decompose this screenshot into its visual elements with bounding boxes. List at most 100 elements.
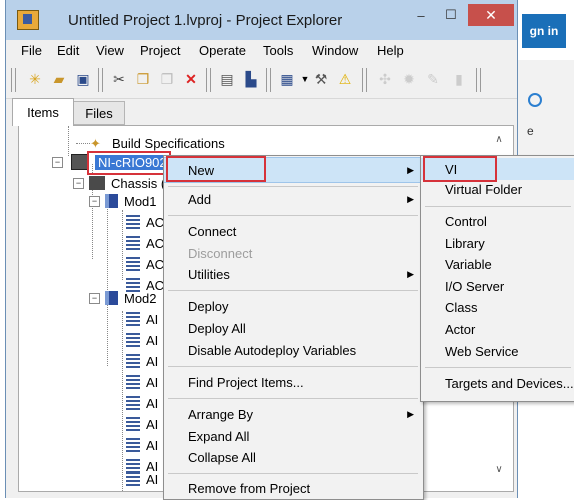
menu-item-targets-and-devices[interactable]: Targets and Devices... — [421, 373, 574, 394]
tree-item-label: AI — [146, 471, 159, 487]
labview-project-icon — [17, 10, 39, 30]
tree-item-label: AC — [146, 256, 165, 272]
collapse-toggle-icon[interactable]: − — [52, 157, 63, 168]
tree-item-label: AI — [146, 374, 159, 390]
menu-item-library[interactable]: Library — [421, 233, 574, 254]
menu-item-expand-all[interactable]: Expand All — [164, 426, 423, 447]
menu-item-web-service[interactable]: Web Service — [421, 341, 574, 362]
menu-item-label: Virtual Folder — [445, 182, 523, 197]
disabled-tool-icon: ▮ — [455, 70, 463, 87]
tab-files[interactable]: Files — [73, 101, 125, 125]
tree-item-label: AI — [146, 311, 159, 327]
cut-icon[interactable]: ✂ — [110, 70, 128, 88]
channel-icon — [126, 354, 140, 368]
tree-item-label: AI — [146, 353, 159, 369]
background-text: e — [527, 124, 534, 138]
new-icon[interactable]: ✳ — [26, 70, 44, 88]
menu-separator — [425, 367, 571, 368]
toolbar: ✳ ▰ ▣ ✂ ❐ ❐ ✕ ▤ ▙ ▦ ▼ ⚒ ⚠ ✣ ✹ ✎ ▮ — [6, 62, 517, 99]
channel-icon — [126, 396, 140, 410]
menu-item-class[interactable]: Class — [421, 297, 574, 318]
menu-item-virtual-folder[interactable]: Virtual Folder — [421, 179, 574, 200]
warning-icon[interactable]: ⚠ — [336, 70, 354, 88]
menu-item-variable[interactable]: Variable — [421, 254, 574, 275]
tree-item-channel[interactable]: AI — [126, 435, 158, 455]
menu-item-add[interactable]: Add ▶ — [164, 189, 423, 210]
menu-item-actor[interactable]: Actor — [421, 319, 574, 340]
tree-item-channel[interactable]: AC — [126, 254, 164, 274]
tab-items[interactable]: Items — [12, 98, 74, 126]
copy-icon[interactable]: ❐ — [134, 70, 152, 88]
tree-item-build-specifications[interactable]: ✦ Build Specifications — [90, 133, 225, 153]
menu-project[interactable]: Project — [140, 43, 180, 58]
tree-item-channel[interactable]: AI — [126, 309, 158, 329]
menu-item-deploy-all[interactable]: Deploy All — [164, 318, 423, 339]
save-all-icon[interactable]: ▣ — [74, 70, 92, 88]
scroll-up-icon[interactable]: ∧ — [490, 134, 508, 148]
menu-edit[interactable]: Edit — [57, 43, 79, 58]
c-series-module-icon — [105, 291, 118, 305]
sign-in-button[interactable]: gn in — [522, 14, 566, 48]
tree-item-channel[interactable]: AC — [126, 212, 164, 232]
menu-operate[interactable]: Operate — [199, 43, 246, 58]
menu-item-connect[interactable]: Connect — [164, 221, 423, 242]
tree-item-channel[interactable]: AI — [126, 330, 158, 350]
tree-item-chassis[interactable]: Chassis ( — [89, 173, 165, 193]
menu-item-label: Connect — [188, 224, 237, 239]
tree-item-channel[interactable]: AC — [126, 233, 164, 253]
menu-item-find-project-items[interactable]: Find Project Items... — [164, 372, 423, 393]
menu-view[interactable]: View — [96, 43, 124, 58]
tree-item-channel[interactable]: AI — [126, 372, 158, 392]
scroll-down-icon[interactable]: ∨ — [490, 464, 508, 478]
save-icon[interactable]: ▙ — [242, 70, 260, 88]
menu-item-label: I/O Server — [445, 279, 505, 294]
collapse-toggle-icon[interactable]: − — [73, 178, 84, 189]
menu-item-collapse-all[interactable]: Collapse All — [164, 447, 423, 468]
menu-separator — [168, 398, 418, 399]
tree-item-label: Build Specifications — [112, 135, 225, 151]
delete-icon[interactable]: ✕ — [182, 70, 200, 88]
menu-item-new[interactable]: New ▶ — [164, 157, 423, 183]
view-icon[interactable]: ▦ — [278, 70, 296, 88]
tree-guide — [122, 210, 123, 280]
tree-item-channel[interactable]: AI — [126, 393, 158, 413]
tree-item-label: Mod2 — [124, 290, 157, 306]
paste-icon[interactable]: ❐ — [158, 70, 176, 88]
menu-item-io-server[interactable]: I/O Server — [421, 276, 574, 297]
minimize-button[interactable]: – — [410, 6, 432, 24]
menu-item-remove-from-project[interactable]: Remove from Project — [164, 478, 423, 499]
tree-item-module-1[interactable]: Mod1 — [105, 191, 157, 211]
tree-connector — [76, 143, 90, 144]
menu-file[interactable]: File — [21, 43, 42, 58]
toolbar-separator — [206, 68, 211, 92]
maximize-button[interactable]: ☐ — [438, 6, 464, 24]
collapse-toggle-icon[interactable]: − — [89, 293, 100, 304]
menu-help[interactable]: Help — [377, 43, 404, 58]
build-icon[interactable]: ⚒ — [312, 70, 330, 88]
menu-item-arrange-by[interactable]: Arrange By ▶ — [164, 404, 423, 425]
submenu-arrow-icon: ▶ — [407, 194, 414, 204]
menu-item-deploy[interactable]: Deploy — [164, 296, 423, 317]
project-properties-icon[interactable]: ▤ — [218, 70, 236, 88]
crio-target-icon — [71, 154, 89, 170]
collapse-toggle-icon[interactable]: − — [89, 196, 100, 207]
window-title: Untitled Project 1.lvproj - Project Expl… — [68, 12, 343, 29]
menu-item-disable-autodeploy[interactable]: Disable Autodeploy Variables — [164, 340, 423, 361]
tree-item-channel[interactable]: AI — [126, 469, 158, 489]
menu-item-vi[interactable]: VI — [421, 158, 574, 180]
menu-item-control[interactable]: Control — [421, 211, 574, 232]
menu-item-label: Web Service — [445, 344, 519, 359]
menu-tools[interactable]: Tools — [263, 43, 293, 58]
menu-window[interactable]: Window — [312, 43, 358, 58]
tree-item-target[interactable]: NI-cRIO902 — [71, 152, 170, 172]
tree-item-label: AI — [146, 395, 159, 411]
menu-item-utilities[interactable]: Utilities ▶ — [164, 264, 423, 285]
close-button[interactable]: ✕ — [468, 4, 514, 26]
open-icon[interactable]: ▰ — [50, 70, 68, 88]
tree-item-channel[interactable]: AI — [126, 351, 158, 371]
tree-item-module-2[interactable]: Mod2 — [105, 288, 157, 308]
toolbar-grip — [11, 68, 16, 92]
menu-separator — [168, 186, 418, 187]
tree-item-label: AC — [146, 214, 165, 230]
tree-item-channel[interactable]: AI — [126, 414, 158, 434]
